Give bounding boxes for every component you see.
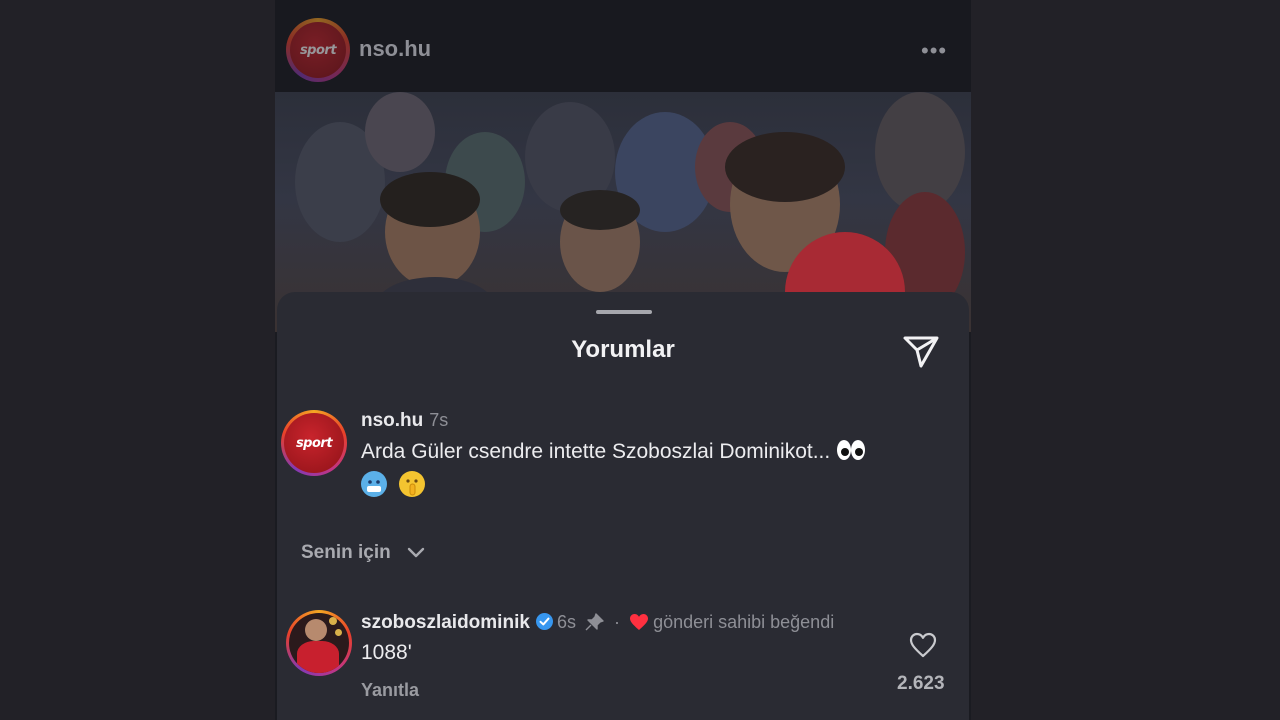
post-author-avatar[interactable]: sport [286, 18, 350, 82]
instagram-post-screen: sport nso.hu ••• Yorumlar sport nso.hu 7… [275, 0, 971, 720]
caption-text-block: Arda Güler csendre intette Szoboszlai Do… [361, 437, 941, 501]
shushing-face-emoji-icon [398, 471, 425, 497]
comment-meta: 6s · gönderi sahibi beğendi [557, 612, 834, 633]
caption-username[interactable]: nso.hu [361, 410, 423, 431]
liked-by-author-text: gönderi sahibi beğendi [653, 612, 835, 632]
caption-time: 7s [429, 410, 449, 430]
sport-logo-text: sport [295, 435, 333, 451]
caption-author-avatar[interactable]: sport [281, 410, 347, 476]
chevron-down-icon[interactable] [407, 547, 425, 559]
commenter-username[interactable]: szoboszlaidominik [361, 612, 530, 633]
author-liked-heart-icon [630, 614, 649, 630]
pin-icon [585, 613, 604, 631]
like-count: 2.623 [897, 673, 945, 694]
left-backdrop [0, 0, 275, 720]
sheet-title: Yorumlar [571, 336, 675, 363]
eyes-emoji-icon [836, 437, 866, 463]
sport-logo-text: sport [299, 42, 337, 58]
post-header: sport nso.hu ••• [275, 0, 971, 92]
like-heart-icon[interactable] [909, 632, 937, 658]
post-username[interactable]: nso.hu [359, 36, 431, 62]
cold-face-emoji-icon [361, 471, 387, 497]
commenter-username-row: szoboszlaidominik [361, 612, 553, 634]
sheet-grabber[interactable] [596, 310, 652, 314]
commenter-avatar[interactable] [286, 610, 352, 676]
comment-time: 6s [557, 612, 577, 632]
meta-separator: · [614, 612, 621, 632]
comment-text: 1088' [361, 641, 412, 664]
caption-username-row: nso.hu 7s [361, 410, 448, 432]
send-icon[interactable] [901, 330, 941, 370]
comment-filter-dropdown[interactable]: Senin için [301, 542, 391, 564]
more-horizontal-icon[interactable]: ••• [921, 38, 947, 64]
verified-badge-icon [535, 613, 553, 630]
comments-sheet: Yorumlar sport nso.hu 7s Arda Güler csend… [277, 292, 969, 720]
reply-button[interactable]: Yanıtla [361, 680, 419, 701]
caption-text: Arda Güler csendre intette Szoboszlai Do… [361, 440, 831, 463]
right-backdrop [971, 0, 1280, 720]
